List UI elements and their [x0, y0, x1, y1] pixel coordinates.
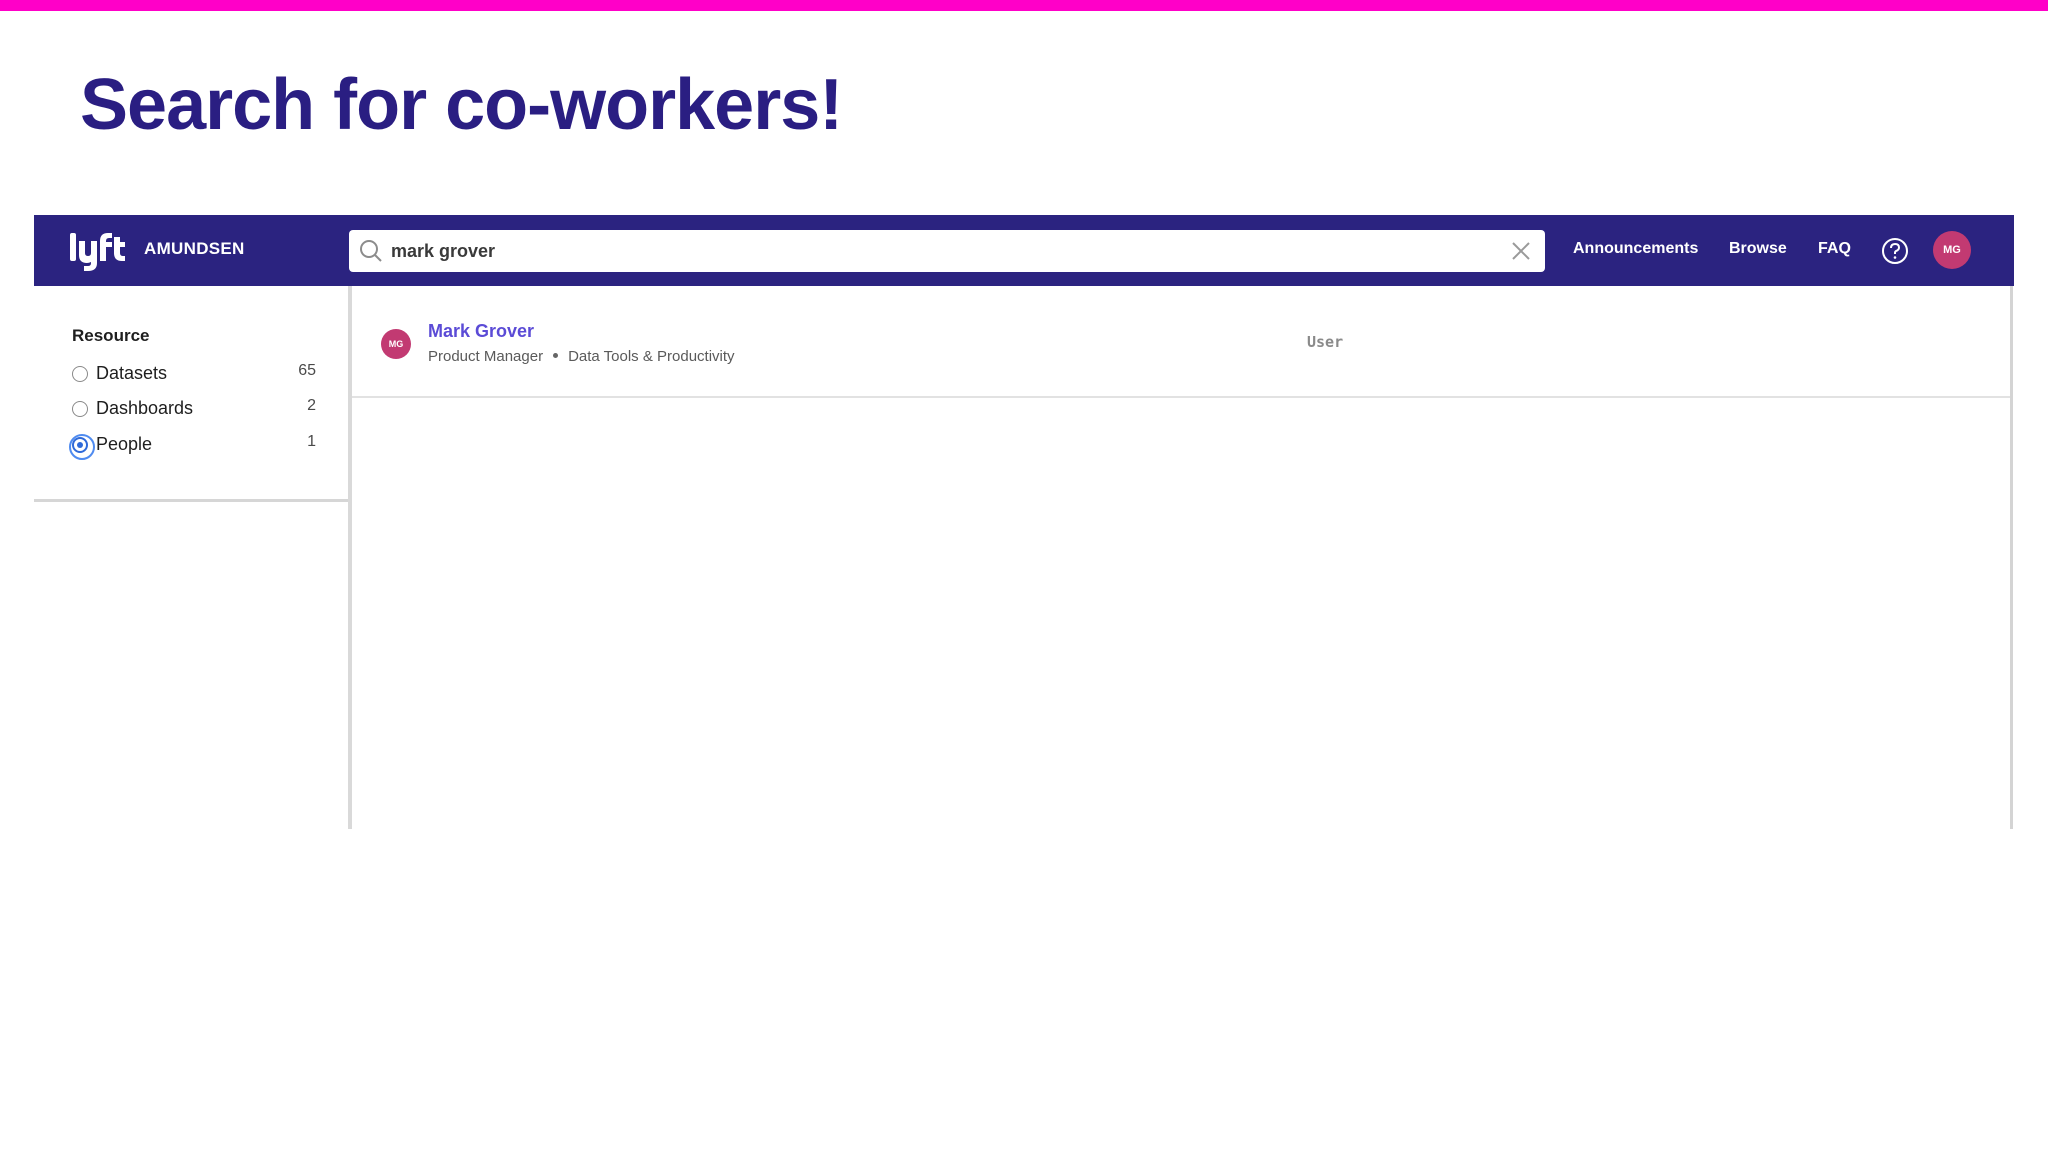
question-circle-icon[interactable] [1881, 237, 1909, 265]
result-meta: Product Manager Data Tools & Productivity [428, 348, 735, 365]
filter-datasets[interactable]: Datasets 65 [72, 361, 322, 387]
result-role: Product Manager [428, 348, 544, 365]
navbar: AMUNDSEN Announcements Browse FAQ [34, 215, 2014, 286]
brand-name[interactable]: AMUNDSEN [144, 239, 245, 259]
filter-label: Dashboards [96, 398, 194, 418]
filter-label: People [96, 434, 153, 454]
radio-datasets[interactable] [72, 366, 88, 382]
result-name-link[interactable]: Mark Grover [428, 321, 534, 342]
nav-link-faq[interactable]: FAQ [1818, 240, 1851, 258]
content-right-border [2010, 286, 2013, 829]
filter-dashboards[interactable]: Dashboards 2 [72, 396, 322, 422]
user-avatar[interactable]: MG [1933, 231, 1971, 269]
filter-count: 65 [298, 362, 316, 379]
app-window: AMUNDSEN Announcements Browse FAQ [34, 215, 2014, 829]
search-input[interactable] [391, 230, 1471, 272]
slide-title: Search for co-workers! [80, 65, 843, 145]
close-icon[interactable] [1511, 241, 1531, 261]
result-type-label: User [1307, 333, 1344, 351]
nav-link-browse[interactable]: Browse [1729, 240, 1787, 258]
filter-count: 2 [307, 397, 316, 414]
nav-link-announcements[interactable]: Announcements [1573, 240, 1698, 258]
top-accent-stripe [0, 0, 2048, 11]
filter-count: 1 [307, 433, 316, 450]
result-team: Data Tools & Productivity [568, 348, 735, 365]
lyft-logo-icon[interactable] [70, 231, 128, 271]
result-avatar: MG [381, 329, 411, 359]
slide: Search for co-workers! AMUNDSEN mark gro… [0, 0, 2048, 1152]
separator-dot [553, 353, 559, 359]
radio-people[interactable] [69, 434, 95, 460]
resource-section-title: Resource [72, 326, 150, 345]
search-result-row[interactable]: MG Mark Grover Product Manager Data Tools… [352, 286, 2010, 398]
search-icon [360, 240, 382, 262]
radio-dashboards[interactable] [72, 401, 88, 417]
filter-people[interactable]: People 1 [69, 432, 322, 460]
filter-label: Datasets [96, 363, 168, 383]
resource-filter-sidebar: Resource Datasets 65 Dashboards 2 People… [34, 286, 348, 502]
search-box[interactable] [349, 230, 1545, 272]
